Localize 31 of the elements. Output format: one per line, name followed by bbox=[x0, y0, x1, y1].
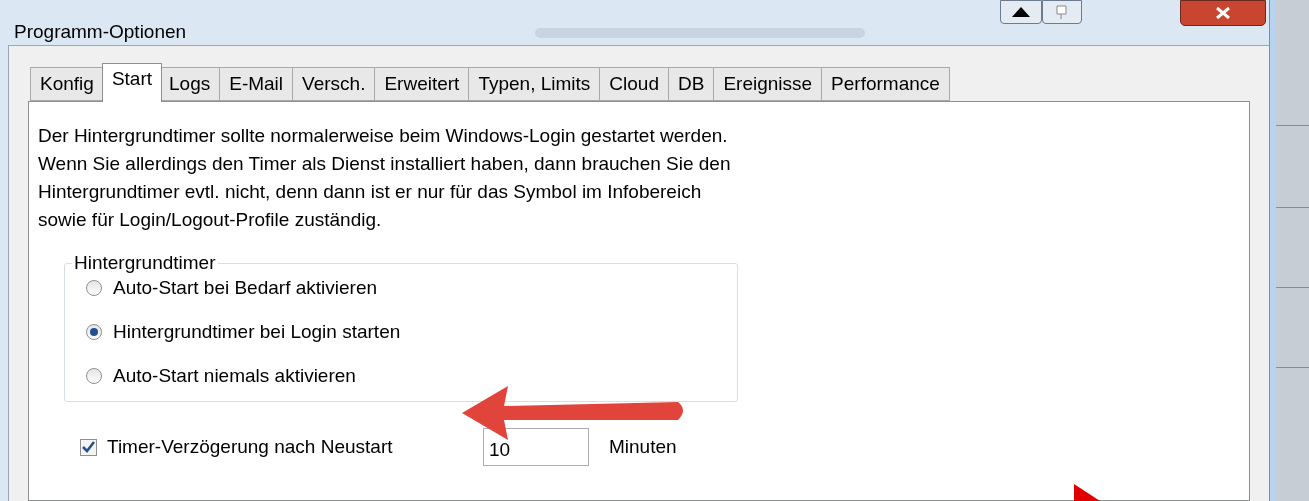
radio-label: Auto-Start niemals aktivieren bbox=[113, 363, 356, 388]
radio-button[interactable] bbox=[86, 280, 102, 296]
radio-button[interactable] bbox=[86, 324, 102, 340]
tab[interactable]: Versch. bbox=[293, 67, 376, 101]
close-button[interactable] bbox=[1180, 0, 1266, 26]
tab[interactable]: Cloud bbox=[600, 67, 669, 101]
tab[interactable]: Konfig bbox=[30, 67, 104, 101]
intro-paragraph: Der Hintergrundtimer sollte normalerweise beim Windows-Login gestartet werden. Wenn Sie allerdings den Timer als Dienst installiert haben, dann brauchen Sie den Hintergrundtimer evtl. nicht, denn dann ist er nur für das Symbol im Infobereich sowie für Login/Logout-Profile zuständig. bbox=[38, 124, 732, 232]
up-triangle-icon bbox=[1012, 7, 1030, 17]
check-icon bbox=[82, 441, 95, 453]
minutes-field[interactable]: 10 bbox=[483, 428, 589, 466]
close-icon bbox=[1216, 7, 1230, 19]
radio-label: Hintergrundtimer bei Login starten bbox=[113, 319, 401, 344]
tab[interactable]: Performance bbox=[822, 67, 950, 101]
tab[interactable]: Logs bbox=[160, 67, 221, 101]
pin-icon bbox=[1054, 4, 1070, 20]
checkbox-label: Timer-Verzögerung nach Neustart bbox=[107, 434, 394, 459]
pin-button[interactable] bbox=[1042, 0, 1082, 24]
radio-label: Auto-Start bei Bedarf aktivieren bbox=[113, 275, 378, 300]
radio-button[interactable] bbox=[86, 368, 102, 384]
tab[interactable]: DB bbox=[669, 67, 715, 101]
tab[interactable]: E-Mail bbox=[220, 67, 294, 101]
arrow-tip bbox=[1074, 484, 1100, 501]
unit-label: Minuten bbox=[609, 434, 677, 459]
window-title: Programm-Optionen bbox=[14, 20, 187, 44]
checkbox[interactable] bbox=[80, 438, 97, 456]
tab[interactable]: Ereignisse bbox=[714, 67, 823, 101]
tab[interactable]: Start bbox=[101, 63, 162, 102]
tab[interactable]: Typen, Limits bbox=[469, 67, 601, 101]
tab[interactable]: Erweitert bbox=[375, 67, 470, 101]
scroll-up-button[interactable] bbox=[1000, 0, 1042, 24]
